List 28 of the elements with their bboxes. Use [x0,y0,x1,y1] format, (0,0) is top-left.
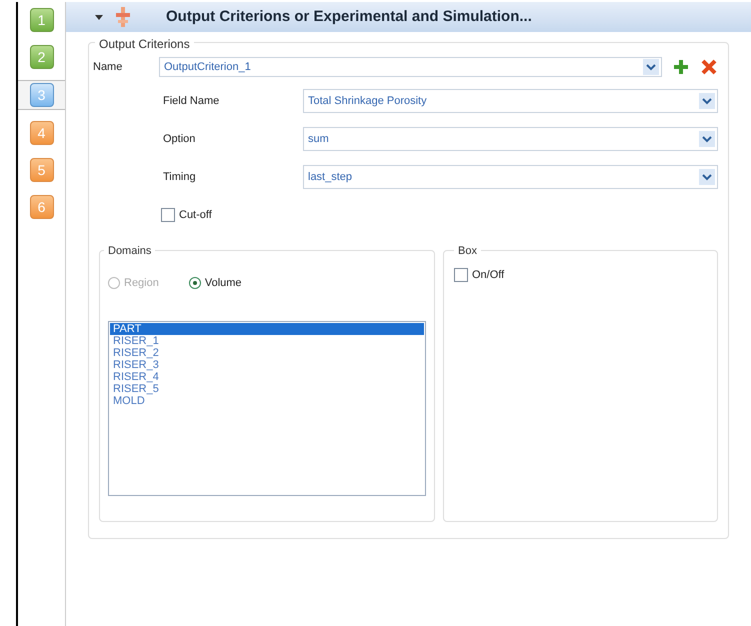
checkbox[interactable] [454,268,468,282]
field-label: Option [163,132,196,147]
radio-label: Volume [204,276,242,290]
radio-button[interactable] [188,276,201,289]
add-icon[interactable] [672,58,690,76]
list-item[interactable]: PART [110,323,424,335]
delete-icon[interactable] [700,58,718,76]
list-item[interactable]: RISER_2 [110,347,424,359]
branch-icon [116,7,130,27]
section-header[interactable]: Output Criterions or Experimental and Simulation... [66,2,751,32]
field-label: Name [93,60,124,75]
checkbox[interactable] [161,208,175,222]
radio-label: Region [124,276,159,290]
dropdown[interactable]: last_step [303,165,718,189]
checkbox-label: On/Off [472,268,504,282]
list-item[interactable]: RISER_1 [110,335,424,347]
checkbox-label: Cut-off [179,208,212,223]
list-item[interactable]: RISER_4 [110,371,424,383]
list-item[interactable]: RISER_3 [110,359,424,371]
section-title: Output Criterions or Experimental and Simulation... [166,6,532,27]
collapse-caret-icon[interactable] [94,12,104,22]
dropdown[interactable]: sum [303,127,718,151]
field-label: Field Name [163,94,220,109]
field-label: Timing [163,170,197,185]
list-item[interactable]: MOLD [110,395,424,407]
list-item[interactable]: RISER_5 [110,383,424,395]
dropdown[interactable]: Total Shrinkage Porosity [303,89,718,113]
name-dropdown[interactable]: OutputCriterion_1 [159,57,662,77]
